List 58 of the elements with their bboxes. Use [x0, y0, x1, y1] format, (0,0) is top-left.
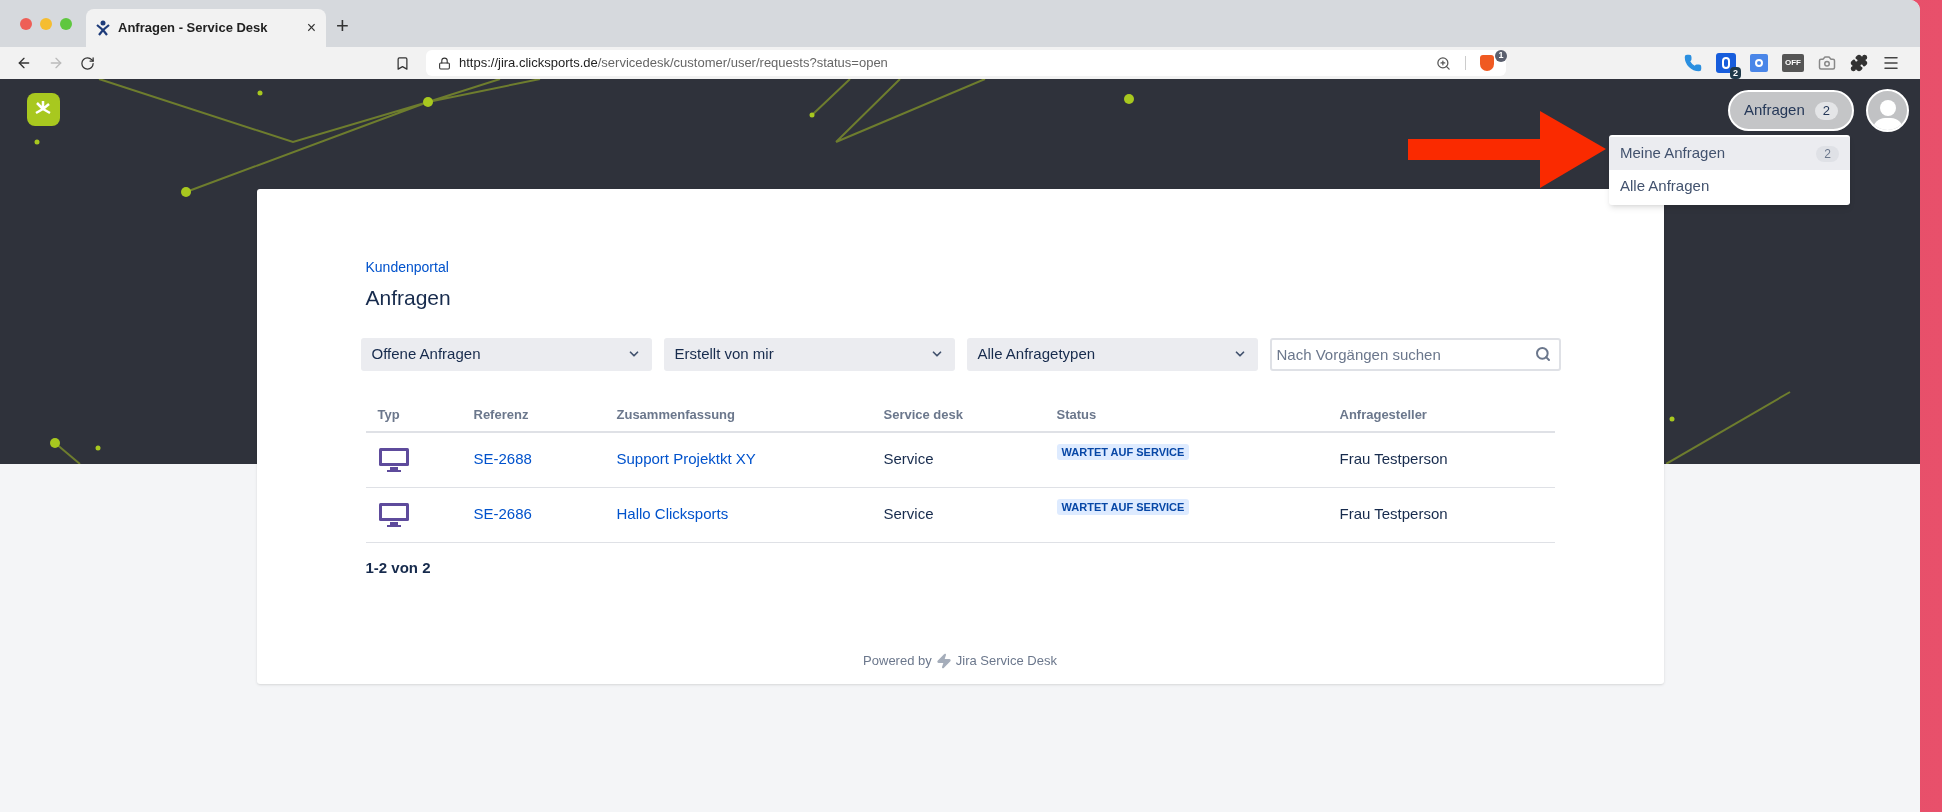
column-header: Service desk	[882, 405, 964, 424]
powered-by-text: Powered by	[863, 652, 932, 670]
column-header: Zusammenfassung	[615, 405, 736, 424]
close-tab-button[interactable]: ×	[306, 20, 316, 36]
status-lozenge: WARTET AUF SERVICE	[1056, 498, 1190, 515]
filter-select[interactable]: Erstellt von mir	[663, 337, 955, 371]
avatar[interactable]	[1866, 89, 1909, 132]
breadcrumb-link[interactable]: Kundenportal	[365, 257, 1664, 278]
puzzle-icon[interactable]	[1850, 54, 1868, 72]
page-title: Anfragen	[365, 285, 452, 311]
shield-icon[interactable]	[1480, 55, 1494, 71]
menu-item-label: Meine Anfragen	[1620, 143, 1726, 164]
requests-button[interactable]: Anfragen 2	[1727, 90, 1854, 131]
phone-icon[interactable]	[1684, 54, 1702, 72]
new-tab-button[interactable]: +	[336, 14, 349, 37]
reload-icon[interactable]	[80, 55, 95, 71]
menu-item[interactable]: Meine Anfragen 2	[1609, 137, 1850, 170]
table-cell: Service	[883, 505, 934, 523]
bookmark-icon[interactable]	[395, 55, 410, 71]
table-cell: Service	[883, 450, 934, 468]
column-header: Typ	[376, 405, 401, 424]
column-header: Status	[1055, 405, 1098, 424]
zoom-icon[interactable]	[1436, 55, 1451, 71]
lock-icon	[438, 56, 451, 70]
lightning-icon	[935, 652, 952, 669]
computer-icon	[377, 501, 410, 528]
camera-icon[interactable]	[1818, 54, 1836, 72]
table-cell: Frau Testperson	[1339, 505, 1448, 523]
logo-icon	[27, 93, 60, 126]
pagination-text: 1-2 von 2	[365, 557, 431, 578]
table-cell: Frau Testperson	[1339, 450, 1448, 468]
reference-link[interactable]: SE-2686	[473, 505, 532, 523]
column-header: Anfragesteller	[1338, 405, 1428, 424]
extension-badge: 2	[1730, 67, 1741, 79]
reference-link[interactable]: SE-2688	[473, 450, 532, 468]
search-icon	[1534, 345, 1551, 362]
filter-select[interactable]: Offene Anfragen	[360, 337, 652, 371]
status-lozenge: WARTET AUF SERVICE	[1056, 443, 1190, 460]
app-logo-icon	[96, 20, 110, 36]
menu-item-label: Alle Anfragen	[1620, 176, 1710, 197]
search-field[interactable]: Nach Vorgängen suchen	[1269, 337, 1561, 371]
filter-select[interactable]: Alle Anfragetypen	[966, 337, 1258, 371]
back-icon[interactable]	[16, 55, 32, 71]
shield-badge: 1	[1495, 50, 1507, 62]
computer-icon	[377, 446, 410, 473]
address-bar[interactable]: https://jira.clicksports.de/servicedesk/customer/user/requests?status=open 1	[426, 50, 1506, 76]
extension-icon[interactable]: OFF	[1782, 54, 1804, 72]
menu-icon[interactable]	[1882, 54, 1900, 72]
summary-link[interactable]: Hallo Clicksports	[616, 505, 729, 523]
url-text: https://jira.clicksports.de/servicedesk/customer/user/requests?status=open	[459, 54, 888, 73]
summary-link[interactable]: Support Projektkt XY	[616, 450, 756, 468]
count-badge: 2	[1814, 101, 1838, 120]
product-link[interactable]: Jira Service Desk	[955, 651, 1057, 671]
column-header: Referenz	[472, 405, 530, 424]
tab-title: Anfragen - Service Desk	[118, 19, 269, 38]
browser-tab[interactable]: Anfragen - Service Desk ×	[86, 9, 326, 47]
count-badge: 2	[1816, 145, 1839, 162]
menu-item[interactable]: Alle Anfragen	[1609, 170, 1850, 203]
